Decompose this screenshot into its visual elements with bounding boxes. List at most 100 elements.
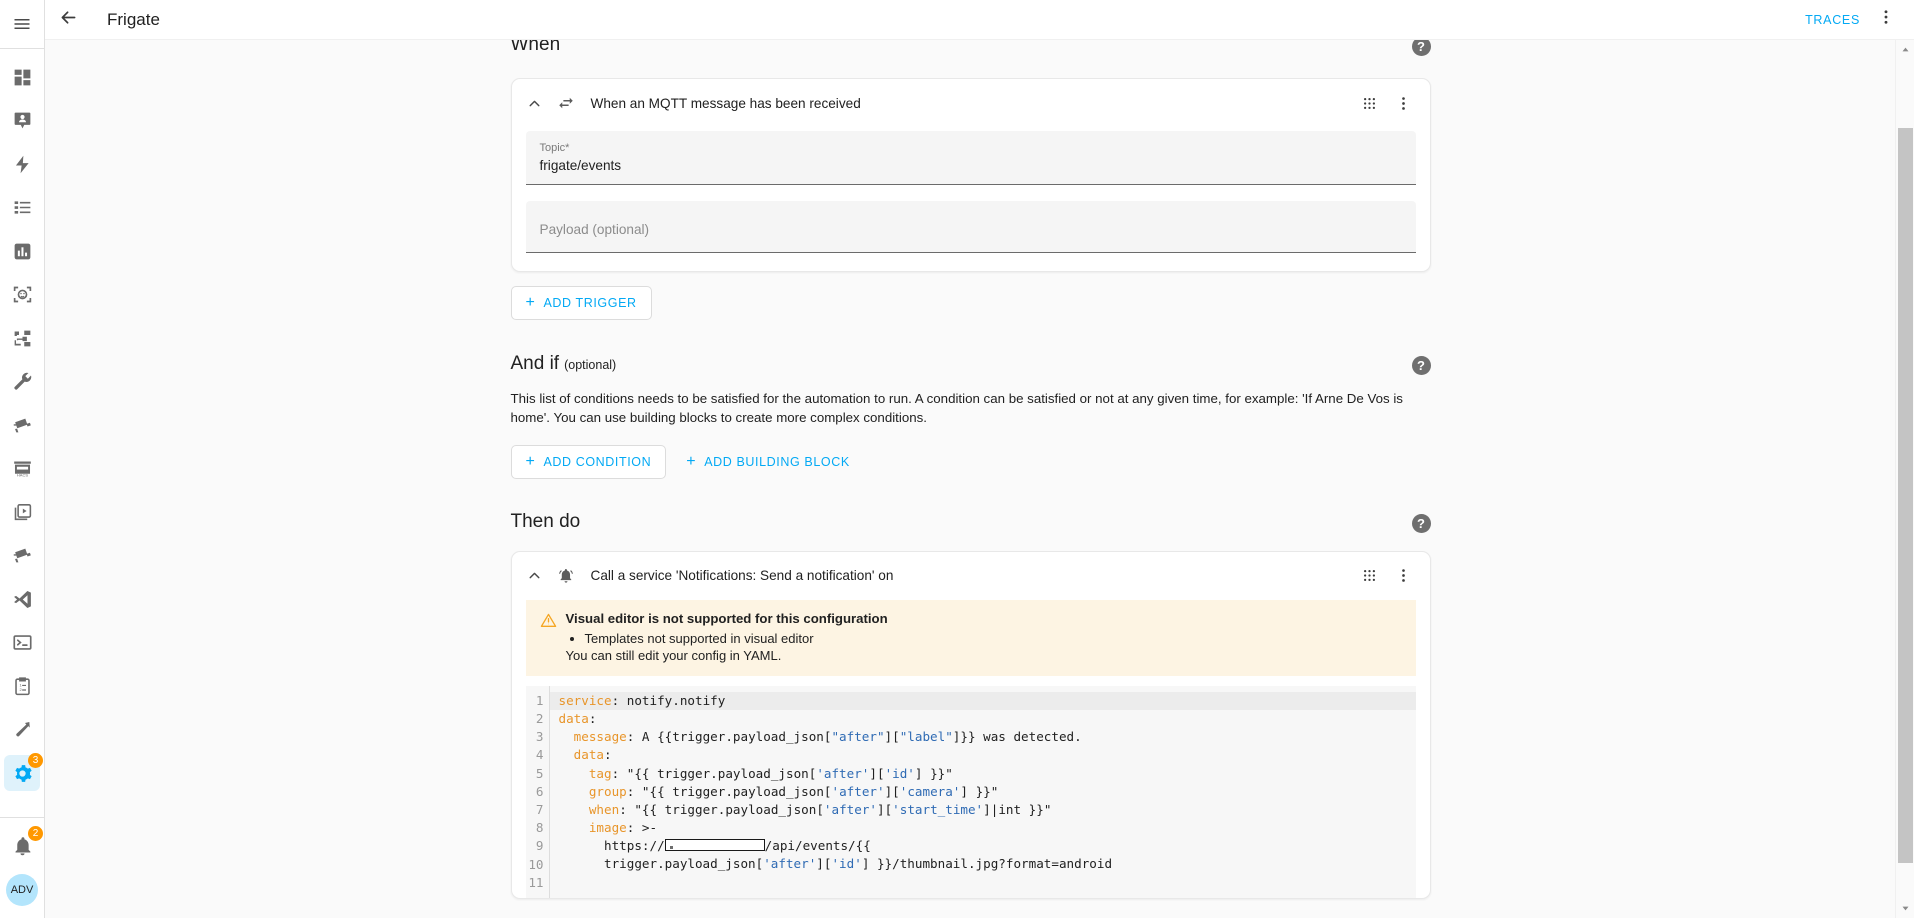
add-building-block-button[interactable]: + ADD BUILDING BLOCK (676, 446, 860, 478)
chevron-up-icon[interactable] (526, 567, 543, 584)
code-token: : "{{ trigger.payload_json[ (619, 801, 824, 817)
code-token: ]}} was detected. (952, 729, 1082, 745)
code-line[interactable]: image: >- (559, 819, 1416, 837)
drag-grid-icon[interactable] (1356, 89, 1384, 117)
code-line[interactable]: group: "{{ trigger.payload_json['after']… (559, 783, 1416, 801)
chevron-up-icon[interactable] (526, 95, 543, 112)
sidebar-item-notifications[interactable]: 2 (4, 826, 43, 864)
code-line[interactable]: trigger.payload_json['after']['id'] }}/t… (559, 855, 1416, 873)
line-number: 10 (528, 856, 544, 872)
code-line[interactable]: when: "{{ trigger.payload_json['after'][… (559, 801, 1416, 819)
code-line[interactable]: message: A {{trigger.payload_json["after… (559, 728, 1416, 746)
sidebar-item-media[interactable] (4, 494, 40, 530)
arrow-left-icon (58, 7, 79, 33)
code-token: ] }}" (960, 783, 999, 799)
code-token: ][ (816, 856, 832, 872)
line-number-gutter: 1 2 3 4 5 6 7 8 9 10 11 (525, 685, 550, 898)
scroll-up-button[interactable] (1896, 40, 1914, 59)
code-line[interactable]: tag: "{{ trigger.payload_json['after']['… (559, 765, 1416, 783)
then-do-heading: Then do (510, 510, 581, 532)
then-do-section-header: Then do ? (511, 511, 1431, 533)
line-number: 1 (535, 692, 544, 708)
trigger-card: When an MQTT message has been received T… (510, 78, 1431, 272)
sidebar-item-frigate[interactable] (4, 538, 40, 574)
add-trigger-label: ADD TRIGGER (543, 296, 637, 310)
code-token: : "{{ trigger.payload_json[ (626, 783, 832, 799)
code-line[interactable]: data: (559, 710, 1416, 728)
hamburger-menu-icon[interactable] (0, 0, 45, 48)
map-marker-account-icon (12, 110, 33, 131)
yaml-code-editor[interactable]: 1 2 3 4 5 6 7 8 9 10 11 service: notify.notify data… (525, 685, 1416, 898)
page-scrollbar[interactable] (1895, 40, 1914, 918)
payload-input[interactable]: Payload (optional) (540, 205, 1402, 241)
sidebar-item-map-person[interactable] (4, 103, 40, 139)
line-number: 11 (528, 874, 544, 890)
action-card-header: Call a service 'Notifications: Send a no… (512, 552, 1430, 600)
sidebar-item-face-recognition[interactable] (4, 277, 40, 313)
yaml-editor-wrap: 1 2 3 4 5 6 7 8 9 10 11 service: notify.notify data… (512, 676, 1430, 898)
scroll-down-button[interactable] (1896, 899, 1914, 918)
sidebar-item-energy[interactable] (4, 146, 40, 182)
svg-text:HACS: HACS (16, 473, 27, 478)
page-title: Frigate (107, 9, 160, 29)
code-token: 'after' (823, 801, 877, 817)
line-number: 2 (535, 710, 544, 726)
topic-input[interactable]: frigate/events (540, 155, 1402, 177)
sidebar-item-todo-list[interactable]: 12 (4, 668, 40, 704)
traces-button[interactable]: TRACES (1795, 7, 1870, 33)
code-token: ][ (884, 729, 900, 745)
sidebar-item-terminal[interactable] (4, 625, 40, 661)
code-token: tag (588, 765, 612, 781)
line-number: 9 (535, 838, 544, 854)
code-token: ][ (876, 801, 893, 817)
sidebar-item-tools[interactable] (4, 712, 40, 748)
code-line[interactable]: service: notify.notify (549, 691, 1416, 710)
top-toolbar: Frigate TRACES (45, 0, 1914, 40)
action-menu-icon[interactable] (1390, 562, 1418, 590)
plus-icon: + (525, 452, 536, 470)
when-section-header: When ? (511, 40, 1431, 56)
and-if-help-icon[interactable]: ? (1411, 356, 1431, 375)
then-do-help-icon[interactable]: ? (1411, 513, 1431, 533)
code-content[interactable]: service: notify.notify data: message: A {… (549, 686, 1416, 898)
payload-field[interactable]: Payload (optional) (525, 201, 1416, 253)
overflow-menu-button[interactable] (1870, 2, 1902, 38)
back-button[interactable] (45, 0, 91, 40)
sidebar-item-history[interactable] (4, 233, 40, 269)
code-line[interactable]: https:// /api/events/{{ (559, 837, 1416, 855)
sidebar-item-logbook[interactable] (4, 190, 40, 226)
add-trigger-button[interactable]: + ADD TRIGGER (510, 286, 652, 320)
code-token: : >- (626, 820, 658, 836)
add-condition-button[interactable]: + ADD CONDITION (510, 444, 667, 479)
code-token: 'after' (831, 783, 885, 799)
code-token: ]|int }}" (983, 801, 1052, 817)
sidebar-item-cameras[interactable] (4, 407, 40, 443)
sidebar-item-hacs[interactable]: HACS (4, 451, 40, 487)
sidebar-item-node-red[interactable] (4, 320, 40, 356)
topic-label: Topic* (539, 142, 570, 154)
sidebar-item-developer-tools[interactable] (4, 364, 40, 400)
cctv-icon (12, 545, 33, 566)
line-number: 7 (535, 801, 544, 817)
trigger-card-title: When an MQTT message has been received (590, 95, 861, 111)
format-list-icon (12, 197, 33, 218)
trigger-menu-icon[interactable] (1390, 89, 1418, 117)
and-if-section-header: And if (optional) ? (511, 353, 1431, 375)
drag-grid-icon[interactable] (1356, 562, 1384, 590)
sidebar-item-overview[interactable] (4, 59, 40, 95)
plus-icon: + (686, 452, 697, 470)
avatar[interactable]: ADV (6, 874, 38, 906)
sidebar-item-settings[interactable]: 3 (4, 753, 43, 791)
when-help-icon[interactable]: ? (1411, 40, 1431, 56)
line-number: 3 (535, 729, 544, 745)
scrollbar-thumb[interactable] (1898, 128, 1913, 863)
code-line[interactable] (559, 874, 1416, 892)
and-if-heading: And if (510, 353, 560, 374)
code-line[interactable]: data: (559, 746, 1416, 764)
code-token: data (573, 747, 605, 763)
topic-field[interactable]: Topic* frigate/events (525, 131, 1416, 185)
sidebar-item-vscode[interactable] (4, 581, 40, 617)
